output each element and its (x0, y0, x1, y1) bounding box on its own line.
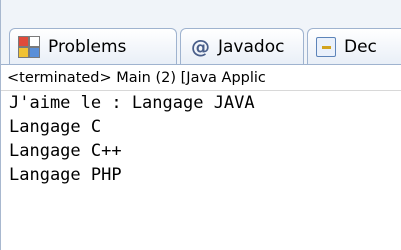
at-icon: @ (191, 35, 210, 58)
console-line: Langage C++ (9, 141, 122, 161)
tab-javadoc-label: Javadoc (218, 36, 285, 57)
tab-problems-label: Problems (48, 36, 127, 57)
console-output[interactable]: J'aime le : Langage JAVA Langage C Langa… (1, 91, 401, 250)
tab-problems[interactable]: Problems (9, 28, 177, 64)
tab-declaration-label: Dec (344, 36, 377, 57)
console-line: J'aime le : Langage JAVA (9, 93, 255, 113)
declaration-icon (316, 36, 336, 57)
problems-icon (18, 35, 40, 58)
tab-declaration[interactable]: Dec (307, 28, 401, 64)
console-line: Langage PHP (9, 165, 122, 185)
console-line: Langage C (9, 117, 102, 137)
console-view: Problems @ Javadoc Dec <terminated> Main… (0, 0, 401, 250)
view-tab-bar: Problems @ Javadoc Dec (1, 0, 401, 64)
console-status-line: <terminated> Main (2) [Java Applic (1, 64, 401, 91)
tab-javadoc[interactable]: @ Javadoc (180, 28, 304, 64)
